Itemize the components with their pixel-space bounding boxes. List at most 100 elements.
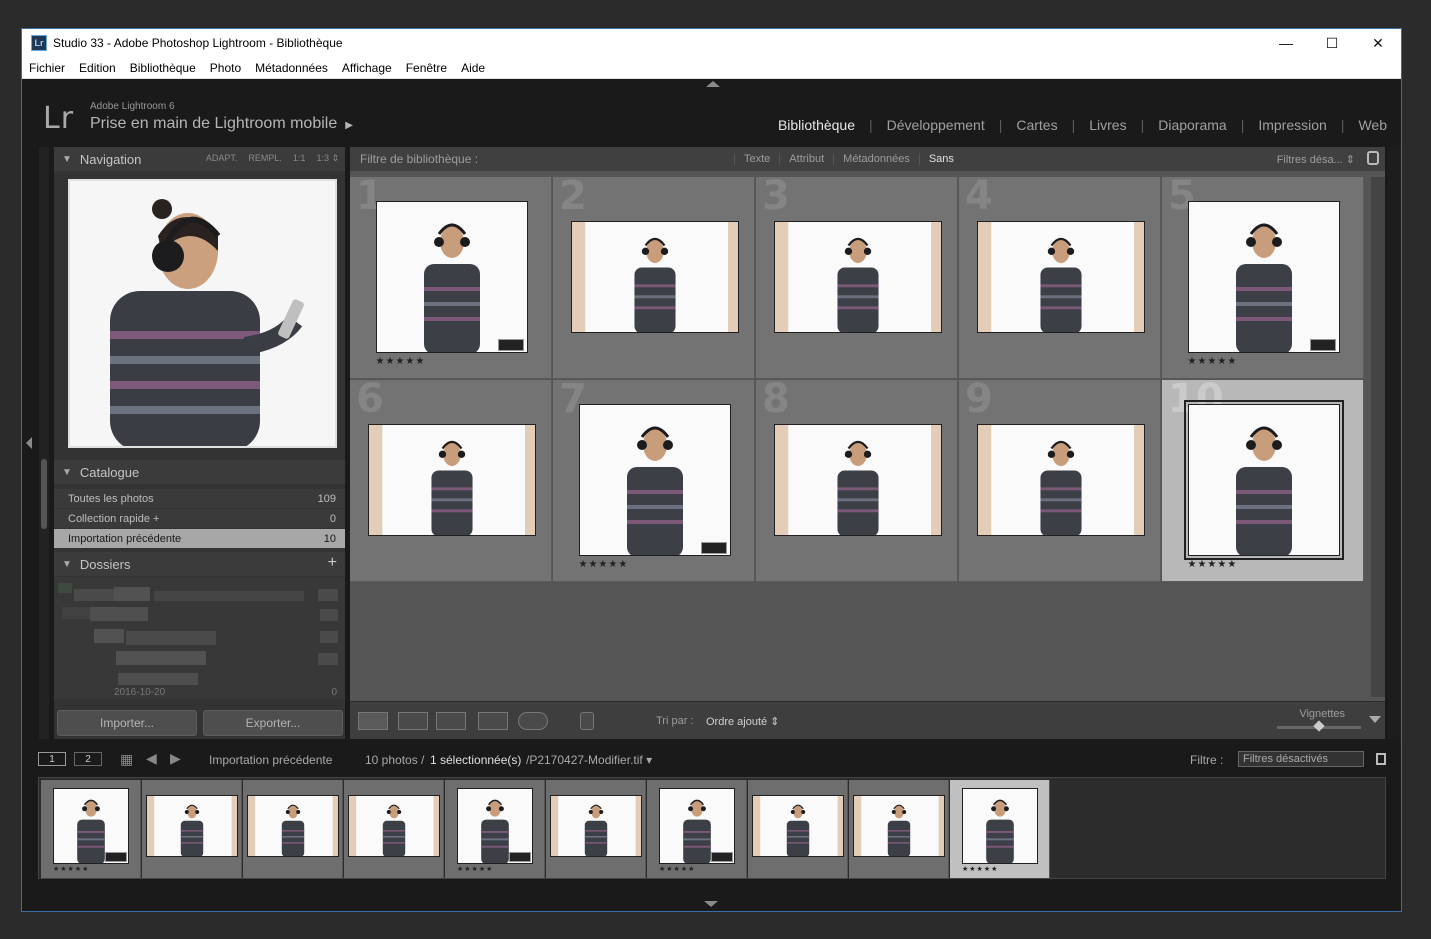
filter-preset-select[interactable]: Filtres désa... ⇕ [1277,153,1355,166]
menu-fichier[interactable]: Fichier [22,61,72,75]
grid-cell[interactable]: 3 [756,173,958,379]
photo-thumbnail[interactable] [976,423,1145,536]
catalog-item-all-photos[interactable]: Toutes les photos 109 [54,489,345,508]
menu-bibliotheque[interactable]: Bibliothèque [123,61,203,75]
filmstrip-cell[interactable]: ★★★★★ [950,780,1050,878]
module-7[interactable]: Web [1344,117,1401,133]
scrollbar-thumb[interactable] [41,459,47,529]
collapse-triangle-icon[interactable]: ▼ [62,154,72,165]
compare-view-icon[interactable] [436,712,466,730]
photo-thumbnail[interactable] [570,220,739,333]
filmstrip-thumbnail[interactable] [348,795,440,857]
menu-metadonnees[interactable]: Métadonnées [248,61,335,75]
star-rating[interactable]: ★★★★★ [1188,356,1238,367]
close-button[interactable]: ✕ [1355,29,1401,57]
forward-arrow-icon[interactable]: ▶ [170,750,181,767]
left-panel-scrollbar[interactable] [39,147,49,739]
photo-thumbnail[interactable] [1183,399,1344,560]
zoom-fill-option[interactable]: REMPL. [248,153,282,164]
menu-aide[interactable]: Aide [454,61,492,75]
people-view-icon[interactable] [518,712,548,730]
filter-none-option[interactable]: Sans [918,153,963,165]
filmstrip-thumbnail[interactable] [550,795,642,857]
edited-badge-icon[interactable] [105,852,127,862]
photo-thumbnail[interactable] [578,403,731,556]
screen-2-button[interactable]: 2 [74,752,102,766]
edited-badge-icon[interactable] [497,338,524,351]
filmstrip-source[interactable]: Importation précédente [209,753,332,767]
catalog-item-previous-import[interactable]: Importation précédente 10 [54,529,345,548]
menu-fenetre[interactable]: Fenêtre [399,61,454,75]
back-arrow-icon[interactable]: ◀ [146,750,157,767]
filmstrip-filter-select[interactable]: Filtres désactivés [1238,751,1364,767]
sort-direction-icon[interactable] [620,712,650,730]
left-panel-toggle-icon[interactable] [26,437,32,449]
filmstrip-thumbnail[interactable] [752,795,844,857]
maximize-button[interactable]: ☐ [1309,29,1355,57]
module-3[interactable]: Cartes [1002,117,1071,133]
toolbar-menu-icon[interactable] [1369,716,1381,723]
folders-header[interactable]: ▼ Dossiers + [54,552,345,576]
star-rating[interactable]: ★★★★★ [376,356,426,367]
filter-metadata-option[interactable]: Métadonnées [833,153,919,165]
filmstrip-cell[interactable] [748,780,848,878]
filmstrip-cell[interactable] [142,780,242,878]
top-panel-toggle-icon[interactable] [706,81,720,87]
grid-cell[interactable]: 10 ★★★★★ [1162,376,1364,582]
add-folder-icon[interactable]: + [328,554,337,572]
survey-view-icon[interactable] [478,712,508,730]
star-rating[interactable]: ★★★★★ [579,559,629,570]
grid-view-icon[interactable] [358,712,388,730]
module-2[interactable]: Développement [873,117,999,133]
photo-thumbnail[interactable] [976,220,1145,333]
photo-thumbnail[interactable] [773,423,942,536]
grid-cell[interactable]: 9 [959,376,1161,582]
right-panel-collapsed[interactable] [1388,147,1401,739]
navigator-preview[interactable] [68,179,337,448]
module-1[interactable]: Bibliothèque [764,117,869,133]
activity-center[interactable]: Prise en main de Lightroom mobile ▶ [90,115,353,133]
minimize-button[interactable]: — [1263,29,1309,57]
selected-file-name[interactable]: /P2170427-Modifier.tif ▾ [526,753,652,767]
module-4[interactable]: Livres [1075,117,1140,133]
catalog-header[interactable]: ▼ Catalogue [54,460,345,484]
filmstrip-cell[interactable] [243,780,343,878]
filmstrip-thumbnail[interactable] [853,795,945,857]
screen-1-button[interactable]: 1 [38,752,66,766]
photo-thumbnail[interactable] [1187,200,1340,353]
grid-cell[interactable]: 6 [350,376,552,582]
edited-badge-icon[interactable] [509,852,531,862]
collapse-triangle-icon[interactable]: ▼ [62,467,72,478]
edited-badge-icon[interactable] [1309,338,1336,351]
module-5[interactable]: Diaporama [1144,117,1240,133]
menu-photo[interactable]: Photo [203,61,248,75]
filmstrip-cell[interactable]: ★★★★★ [445,780,545,878]
grid-cell[interactable]: 1 ★★★★★ [350,173,552,379]
painter-icon[interactable] [580,712,594,730]
filter-text-option[interactable]: Texte [734,153,779,165]
edited-badge-icon[interactable] [711,852,733,862]
filmstrip-lock-icon[interactable] [1376,753,1386,765]
loupe-view-icon[interactable] [398,712,428,730]
star-rating[interactable]: ★★★★★ [1188,559,1238,570]
grid-shortcut-icon[interactable]: ▦ [120,751,133,768]
filmstrip-cell[interactable]: ★★★★★ [41,780,141,878]
sort-select[interactable]: Ordre ajouté ⇕ [706,715,779,728]
collapse-triangle-icon[interactable]: ▼ [62,559,72,570]
filmstrip-cell[interactable] [546,780,646,878]
lock-icon[interactable] [1367,151,1379,165]
thumbnail-size-slider[interactable] [1277,720,1361,732]
filmstrip-thumbnail[interactable] [247,795,339,857]
menu-edition[interactable]: Edition [72,61,123,75]
navigator-header[interactable]: ▼ Navigation ADAPT. REMPL. 1:1 1:3 ⇕ [54,147,345,171]
filmstrip-thumbnail[interactable] [962,788,1038,864]
zoom-1-1-option[interactable]: 1:1 [293,153,306,164]
zoom-1-3-option[interactable]: 1:3 ⇕ [316,153,339,164]
filmstrip-cell[interactable] [344,780,444,878]
grid-cell[interactable]: 4 [959,173,1161,379]
photo-thumbnail[interactable] [367,423,536,536]
import-button[interactable]: Importer... [57,710,197,736]
module-6[interactable]: Impression [1244,117,1340,133]
grid-cell[interactable]: 8 [756,376,958,582]
bottom-panel-toggle-icon[interactable] [704,901,718,907]
